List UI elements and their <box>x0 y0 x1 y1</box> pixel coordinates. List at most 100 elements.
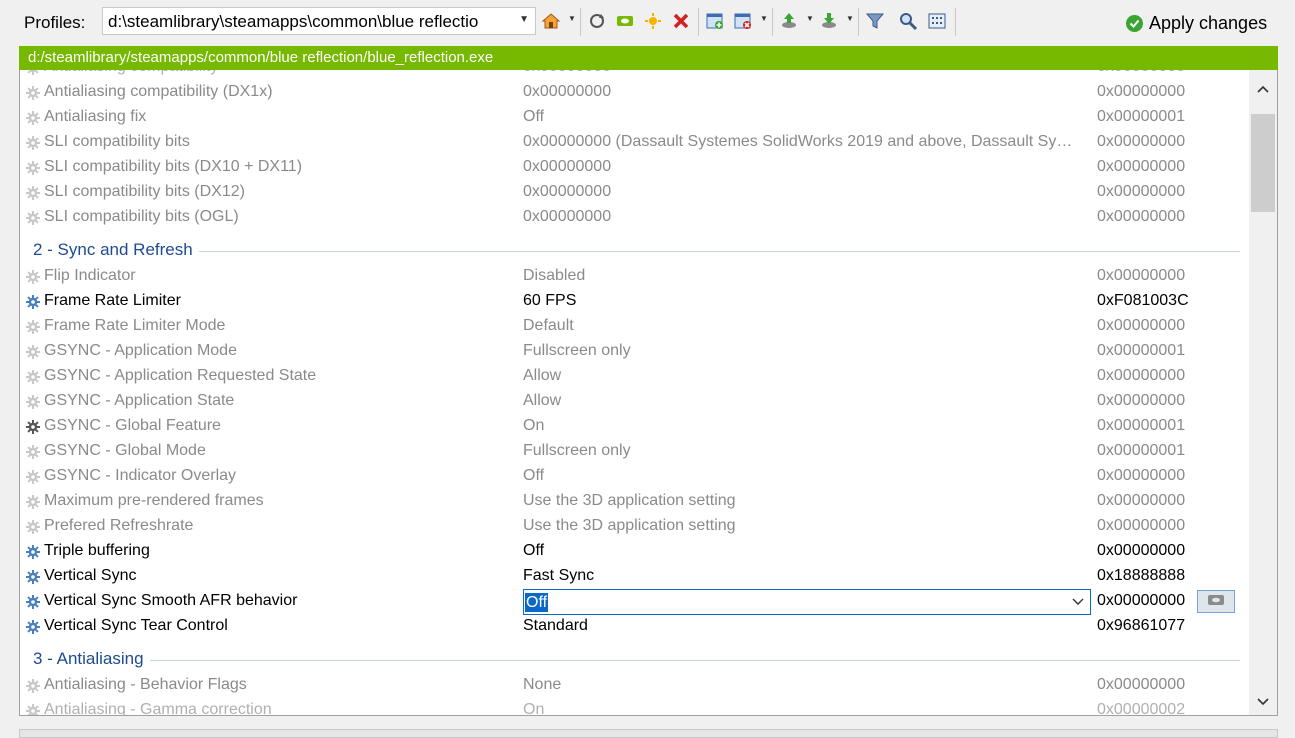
profile-dropdown-icon[interactable]: ▼ <box>760 14 768 23</box>
setting-value-select[interactable]: Off <box>523 589 1091 615</box>
status-bar <box>19 729 1278 738</box>
home-icon[interactable] <box>539 8 563 34</box>
nvidia-icon[interactable] <box>613 8 637 34</box>
setting-hex-value: 0x00000000 <box>1097 367 1186 384</box>
setting-row[interactable]: Vertical Sync Fast Sync 0x18888888 <box>20 564 1250 589</box>
setting-row[interactable]: Vertical Sync Smooth AFR behavior Off 0x00… <box>20 589 1250 615</box>
group-title: 3 - Antialiasing <box>33 649 150 669</box>
setting-value[interactable]: 0x00000000 <box>523 83 1078 101</box>
setting-name: Vertical Sync <box>44 567 137 584</box>
setting-value[interactable]: On <box>523 417 1078 435</box>
gear-icon <box>25 110 41 126</box>
setting-value[interactable]: Fullscreen only <box>523 442 1078 460</box>
setting-value[interactable]: Standard <box>523 617 1078 635</box>
export-dropdown-icon[interactable]: ▼ <box>846 14 854 23</box>
setting-value[interactable]: 0x00000000 <box>523 208 1078 226</box>
setting-value[interactable]: Allow <box>523 367 1078 385</box>
settings-grid-icon[interactable] <box>925 8 949 34</box>
setting-value[interactable]: Off <box>523 467 1078 485</box>
setting-value[interactable]: Fast Sync <box>523 567 1078 585</box>
gear-icon <box>25 344 41 360</box>
setting-value[interactable]: Fullscreen only <box>523 342 1078 360</box>
toolbar-separator <box>772 8 773 36</box>
setting-name: GSYNC - Application Requested State <box>44 367 317 384</box>
setting-value[interactable]: 60 FPS <box>523 292 1078 310</box>
home-dropdown-icon[interactable]: ▼ <box>568 14 576 23</box>
filter-icon[interactable] <box>863 8 887 34</box>
setting-value[interactable]: On <box>523 701 1078 715</box>
exe-path-bar: d:/steamlibrary/steamapps/common/blue re… <box>19 46 1278 70</box>
setting-row[interactable]: GSYNC - Global Feature On 0x00000001 <box>20 414 1250 439</box>
setting-row[interactable]: SLI compatibility bits (DX10 + DX11) 0x00… <box>20 155 1250 180</box>
profile-select[interactable]: d:\steamlibrary\steamapps\common\blue re… <box>102 7 536 35</box>
setting-row[interactable]: GSYNC - Indicator Overlay Off 0x00000000 <box>20 464 1250 489</box>
setting-value[interactable]: Off <box>523 108 1078 126</box>
setting-hex-value: 0x00000001 <box>1097 108 1186 125</box>
setting-row[interactable]: Triple buffering Off 0x00000000 <box>20 539 1250 564</box>
gear-icon <box>25 544 41 560</box>
chevron-down-icon[interactable]: ▼ <box>519 14 529 25</box>
setting-row[interactable]: Maximum pre-rendered frames Use the 3D ap… <box>20 489 1250 514</box>
settings-rows: Antialiasing compatibility 0x00000000 0x00… <box>20 70 1250 715</box>
export-icon[interactable] <box>817 8 841 34</box>
gear-icon <box>25 160 41 176</box>
setting-value[interactable]: 0x00000000 <box>523 70 1078 76</box>
setting-row[interactable]: Antialiasing - Behavior Flags None 0x00000… <box>20 673 1250 698</box>
delete-icon[interactable] <box>669 8 693 34</box>
setting-name: Prefered Refreshrate <box>44 517 194 534</box>
setting-hex-value: 0xF081003C <box>1097 292 1189 309</box>
setting-row[interactable]: GSYNC - Application State Allow 0x00000000 <box>20 389 1250 414</box>
scrollbar-thumb[interactable] <box>1251 114 1275 212</box>
setting-row[interactable]: SLI compatibility bits (OGL) 0x00000000 0x… <box>20 205 1250 230</box>
setting-value[interactable]: 0x00000000 <box>523 183 1078 201</box>
setting-name: GSYNC - Global Mode <box>44 442 206 459</box>
scroll-down-icon[interactable] <box>1256 697 1270 707</box>
setting-row[interactable]: Antialiasing compatibility (DX1x) 0x00000… <box>20 80 1250 105</box>
setting-row[interactable]: Frame Rate Limiter 60 FPS 0xF081003C <box>20 289 1250 314</box>
import-dropdown-icon[interactable]: ▼ <box>806 14 814 23</box>
setting-name: SLI compatibility bits (OGL) <box>44 208 239 225</box>
scroll-up-icon[interactable] <box>1256 84 1270 94</box>
setting-row[interactable]: Frame Rate Limiter Mode Default 0x00000000 <box>20 314 1250 339</box>
setting-name: GSYNC - Application Mode <box>44 342 237 359</box>
setting-value[interactable]: Disabled <box>523 267 1078 285</box>
vertical-scrollbar[interactable] <box>1249 70 1277 715</box>
gear-icon <box>25 494 41 510</box>
gear-icon <box>25 444 41 460</box>
setting-value[interactable]: Use the 3D application setting <box>523 492 1078 510</box>
setting-row[interactable]: Flip Indicator Disabled 0x00000000 <box>20 264 1250 289</box>
remove-profile-icon[interactable] <box>731 8 755 34</box>
scan-icon[interactable] <box>896 8 920 34</box>
setting-row[interactable]: Antialiasing compatibility 0x00000000 0x00… <box>20 70 1250 80</box>
refresh-icon[interactable] <box>585 8 609 34</box>
setting-row[interactable]: Prefered Refreshrate Use the 3D applicati… <box>20 514 1250 539</box>
setting-hex-value: 0x00000000 <box>1097 83 1186 100</box>
setting-row[interactable]: Antialiasing - Gamma correction On 0x00000… <box>20 698 1250 715</box>
setting-row[interactable]: GSYNC - Application Mode Fullscreen only 0… <box>20 339 1250 364</box>
setting-row[interactable]: Antialiasing fix Off 0x00000001 <box>20 105 1250 130</box>
chevron-down-icon[interactable] <box>1072 594 1084 612</box>
setting-value[interactable]: Off <box>523 542 1078 560</box>
setting-name: Triple buffering <box>44 542 150 559</box>
setting-row[interactable]: SLI compatibility bits 0x00000000 (Dassau… <box>20 130 1250 155</box>
reset-setting-button[interactable] <box>1197 590 1235 613</box>
apply-changes-button[interactable]: Apply changes <box>1126 11 1267 35</box>
setting-row[interactable]: SLI compatibility bits (DX12) 0x00000000 0… <box>20 180 1250 205</box>
setting-value[interactable]: 0x00000000 <box>523 158 1078 176</box>
setting-value[interactable]: Use the 3D application setting <box>523 517 1078 535</box>
add-profile-icon[interactable] <box>703 8 727 34</box>
setting-row[interactable]: GSYNC - Global Mode Fullscreen only 0x0000… <box>20 439 1250 464</box>
sun-icon[interactable] <box>641 8 665 34</box>
setting-value[interactable]: None <box>523 676 1078 694</box>
setting-value[interactable]: Allow <box>523 392 1078 410</box>
group-header[interactable]: 2 - Sync and Refresh <box>20 230 1250 264</box>
setting-value[interactable]: Default <box>523 317 1078 335</box>
setting-name: Vertical Sync Tear Control <box>44 617 228 634</box>
setting-row[interactable]: Vertical Sync Tear Control Standard 0x9686… <box>20 614 1250 639</box>
import-icon[interactable] <box>777 8 801 34</box>
setting-row[interactable]: GSYNC - Application Requested State Allow… <box>20 364 1250 389</box>
settings-list[interactable]: Antialiasing compatibility 0x00000000 0x00… <box>19 70 1278 716</box>
group-header[interactable]: 3 - Antialiasing <box>20 639 1250 673</box>
setting-value[interactable]: 0x00000000 (Dassault Systemes SolidWorks… <box>523 133 1078 151</box>
setting-value-selected-text: Off <box>525 593 549 612</box>
